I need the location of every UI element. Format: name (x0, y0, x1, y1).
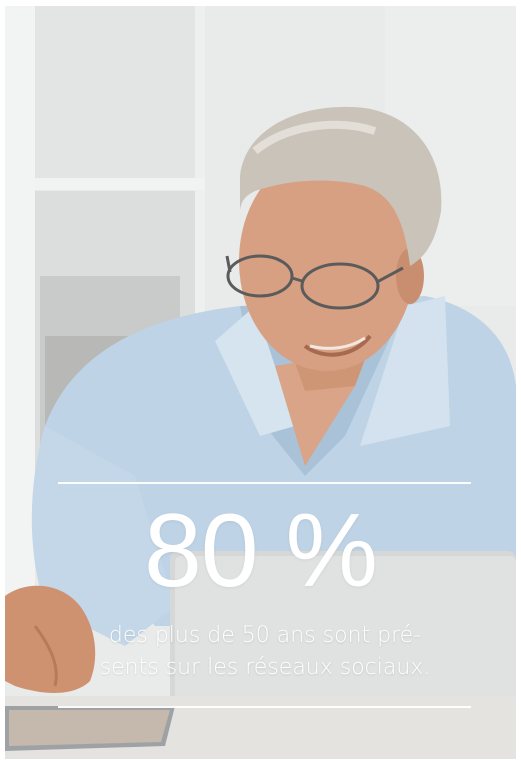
promo-card: 80 % des plus de 50 ans sont pré- sents … (0, 0, 521, 765)
top-divider (58, 482, 471, 484)
caption-line-2: sents sur les réseaux sociaux. (99, 655, 431, 680)
bottom-divider (58, 706, 471, 708)
statistic-caption: des plus de 50 ans sont pré- sents sur l… (60, 620, 470, 684)
caption-line-1: des plus de 50 ans sont pré- (108, 623, 422, 648)
statistic-value: 80 % (143, 493, 378, 609)
